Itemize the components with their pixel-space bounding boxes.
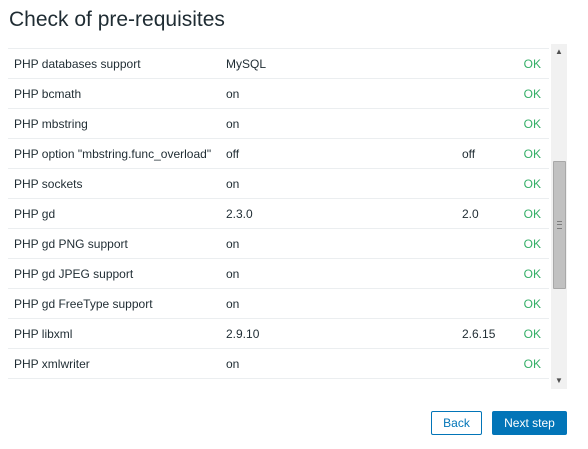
requirement-name: PHP xmlreader xyxy=(8,378,220,389)
requirements-scroll-area[interactable]: PHP databases support MySQL OK PHP bcmath on… xyxy=(8,48,549,389)
current-value: on xyxy=(220,228,456,259)
requirement-name: PHP databases support xyxy=(8,49,220,79)
requirement-name: PHP sockets xyxy=(8,168,220,199)
required-value: 2.0 xyxy=(456,198,516,229)
required-value xyxy=(456,168,516,199)
table-row: PHP gd JPEG support on OK xyxy=(8,258,549,289)
required-value xyxy=(456,348,516,379)
result-status: OK xyxy=(516,288,549,319)
current-value: 2.9.10 xyxy=(220,318,456,349)
scroll-down-arrow-icon[interactable]: ▼ xyxy=(551,373,567,389)
current-value: on xyxy=(220,108,456,139)
current-value: on xyxy=(220,168,456,199)
requirements-table-body: PHP databases support MySQL OK PHP bcmath on… xyxy=(8,49,549,389)
required-value: 2.6.15 xyxy=(456,318,516,349)
result-status: OK xyxy=(516,168,549,199)
table-row: PHP sockets on OK xyxy=(8,168,549,199)
requirements-table: PHP databases support MySQL OK PHP bcmath on… xyxy=(8,49,549,389)
table-row: PHP libxml 2.9.10 2.6.15 OK xyxy=(8,318,549,349)
requirement-name: PHP xmlwriter xyxy=(8,348,220,379)
table-row: PHP gd FreeType support on OK xyxy=(8,288,549,319)
scrollbar-thumb[interactable] xyxy=(553,161,566,289)
current-value: on xyxy=(220,348,456,379)
current-value: on xyxy=(220,378,456,389)
next-step-button[interactable]: Next step xyxy=(492,411,567,435)
current-value: off xyxy=(220,138,456,169)
requirement-name: PHP gd PNG support xyxy=(8,228,220,259)
requirement-name: PHP libxml xyxy=(8,318,220,349)
requirement-name: PHP gd xyxy=(8,198,220,229)
result-status: OK xyxy=(516,258,549,289)
requirement-name: PHP mbstring xyxy=(8,108,220,139)
table-row: PHP option "mbstring.func_overload" off of… xyxy=(8,138,549,169)
table-row: PHP gd 2.3.0 2.0 OK xyxy=(8,198,549,229)
requirement-name: PHP gd JPEG support xyxy=(8,258,220,289)
current-value: on xyxy=(220,288,456,319)
result-status: OK xyxy=(516,108,549,139)
requirement-name: PHP option "mbstring.func_overload" xyxy=(8,138,220,169)
setup-page: Check of pre-requisites PHP databases su… xyxy=(0,0,588,449)
required-value xyxy=(456,258,516,289)
current-value: on xyxy=(220,258,456,289)
result-status: OK xyxy=(516,198,549,229)
back-button[interactable]: Back xyxy=(431,411,482,435)
table-row: PHP mbstring on OK xyxy=(8,108,549,139)
page-title: Check of pre-requisites xyxy=(9,8,225,31)
result-status: OK xyxy=(516,49,549,79)
table-row: PHP xmlwriter on OK xyxy=(8,348,549,379)
required-value xyxy=(456,288,516,319)
requirement-name: PHP gd FreeType support xyxy=(8,288,220,319)
current-value: 2.3.0 xyxy=(220,198,456,229)
required-value xyxy=(456,378,516,389)
current-value: on xyxy=(220,78,456,109)
table-row: PHP databases support MySQL OK xyxy=(8,49,549,79)
result-status: OK xyxy=(516,228,549,259)
required-value xyxy=(456,78,516,109)
result-status: OK xyxy=(516,138,549,169)
required-value xyxy=(456,108,516,139)
scrollbar-grip-icon xyxy=(557,221,562,229)
required-value: off xyxy=(456,138,516,169)
requirement-name: PHP bcmath xyxy=(8,78,220,109)
result-status: OK xyxy=(516,348,549,379)
required-value xyxy=(456,49,516,79)
vertical-scrollbar[interactable]: ▲ ▼ xyxy=(551,44,567,389)
required-value xyxy=(456,228,516,259)
scroll-up-arrow-icon[interactable]: ▲ xyxy=(551,44,567,60)
table-row: PHP bcmath on OK xyxy=(8,78,549,109)
table-row: PHP xmlreaderon OK xyxy=(8,378,549,389)
table-row: PHP gd PNG support on OK xyxy=(8,228,549,259)
result-status: OK xyxy=(516,78,549,109)
result-status: OK xyxy=(516,318,549,349)
result-status: OK xyxy=(516,378,549,389)
current-value: MySQL xyxy=(220,49,456,79)
